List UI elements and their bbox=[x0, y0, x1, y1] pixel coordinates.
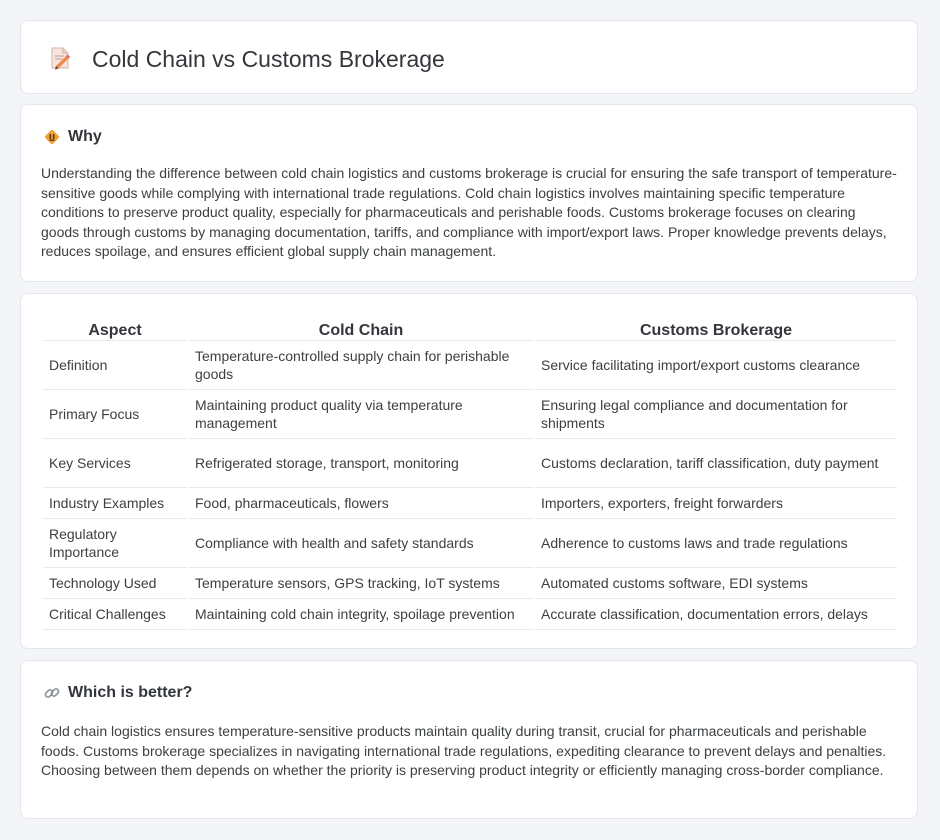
table-cell-aspect: Critical Challenges bbox=[43, 599, 187, 630]
why-heading: Why bbox=[43, 127, 102, 147]
which-is-better-label: Which is better? bbox=[68, 684, 193, 701]
comparison-table: Aspect Cold Chain Customs Brokerage Defi… bbox=[41, 316, 899, 630]
table-cell-cold-chain: Maintaining product quality via temperat… bbox=[189, 390, 533, 439]
table-cell-aspect: Regulatory Importance bbox=[43, 519, 187, 568]
table-row: Key Services Refrigerated storage, trans… bbox=[43, 439, 897, 488]
table-cell-cold-chain: Maintaining cold chain integrity, spoila… bbox=[189, 599, 533, 630]
table-cell-cold-chain: Food, pharmaceuticals, flowers bbox=[189, 488, 533, 519]
table-cell-aspect: Definition bbox=[43, 341, 187, 390]
table-row: Regulatory Importance Compliance with he… bbox=[43, 519, 897, 568]
table-cell-cold-chain: Temperature-controlled supply chain for … bbox=[189, 341, 533, 390]
page-title: Cold Chain vs Customs Brokerage bbox=[92, 46, 445, 72]
column-header-aspect: Aspect bbox=[43, 316, 187, 341]
table-cell-aspect: Industry Examples bbox=[43, 488, 187, 519]
table-cell-cold-chain: Refrigerated storage, transport, monitor… bbox=[189, 439, 533, 488]
header-card: Cold Chain vs Customs Brokerage bbox=[20, 20, 918, 94]
column-header-customs-brokerage: Customs Brokerage bbox=[535, 316, 897, 341]
table-cell-customs-brokerage: Adherence to customs laws and trade regu… bbox=[535, 519, 897, 568]
table-row: Definition Temperature-controlled supply… bbox=[43, 341, 897, 390]
table-row: Primary Focus Maintaining product qualit… bbox=[43, 390, 897, 439]
which-is-better-heading: Which is better? bbox=[43, 683, 192, 703]
table-cell-customs-brokerage: Ensuring legal compliance and documentat… bbox=[535, 390, 897, 439]
diamond-warning-icon bbox=[44, 129, 60, 145]
which-is-better-text: Cold chain logistics ensures temperature… bbox=[41, 723, 887, 779]
table-cell-aspect: Primary Focus bbox=[43, 390, 187, 439]
why-text: Understanding the difference between col… bbox=[41, 165, 897, 260]
why-card: Why Understanding the difference between… bbox=[20, 104, 918, 282]
table-cell-aspect: Technology Used bbox=[43, 568, 187, 599]
link-icon bbox=[44, 688, 60, 698]
table-row: Industry Examples Food, pharmaceuticals,… bbox=[43, 488, 897, 519]
table-cell-cold-chain: Compliance with health and safety standa… bbox=[189, 519, 533, 568]
table-cell-customs-brokerage: Automated customs software, EDI systems bbox=[535, 568, 897, 599]
which-is-better-card: Which is better? Cold chain logistics en… bbox=[20, 660, 918, 819]
column-header-cold-chain: Cold Chain bbox=[189, 316, 533, 341]
why-heading-label: Why bbox=[68, 128, 102, 145]
document-pencil-icon bbox=[51, 47, 70, 70]
table-row: Critical Challenges Maintaining cold cha… bbox=[43, 599, 897, 630]
table-cell-customs-brokerage: Customs declaration, tariff classificati… bbox=[535, 439, 897, 488]
comparison-card: Aspect Cold Chain Customs Brokerage Defi… bbox=[20, 293, 918, 649]
table-cell-customs-brokerage: Importers, exporters, freight forwarders bbox=[535, 488, 897, 519]
table-cell-customs-brokerage: Service facilitating import/export custo… bbox=[535, 341, 897, 390]
table-cell-cold-chain: Temperature sensors, GPS tracking, IoT s… bbox=[189, 568, 533, 599]
table-header-row: Aspect Cold Chain Customs Brokerage bbox=[43, 316, 897, 341]
table-row: Technology Used Temperature sensors, GPS… bbox=[43, 568, 897, 599]
table-cell-aspect: Key Services bbox=[43, 439, 187, 488]
table-cell-customs-brokerage: Accurate classification, documentation e… bbox=[535, 599, 897, 630]
